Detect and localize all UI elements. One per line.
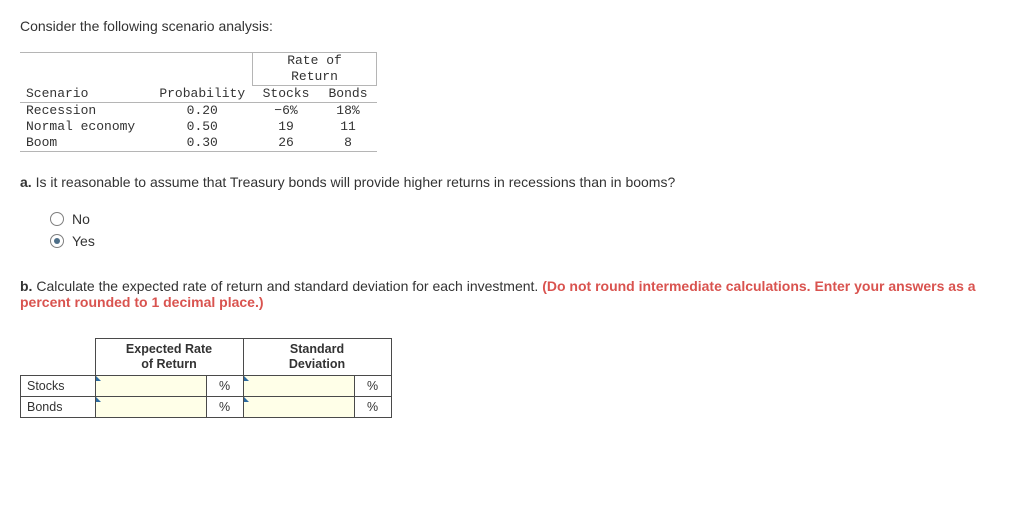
stocks-expected-input[interactable] [95, 376, 206, 397]
question-a-text: Is it reasonable to assume that Treasury… [36, 174, 676, 190]
hdr-line2: Deviation [289, 357, 345, 371]
radio-label: No [72, 211, 90, 227]
question-b: b. Calculate the expected rate of return… [20, 278, 1004, 310]
hdr-scenario: Scenario [20, 86, 152, 103]
hdr-probability: Probability [152, 86, 253, 103]
row-label: Stocks [21, 376, 96, 397]
hdr-line1: Standard [290, 342, 344, 356]
hdr-line2: of Return [141, 357, 197, 371]
cell-scenario: Recession [20, 103, 152, 120]
cell-bonds: 18% [320, 103, 377, 120]
radio-label: Yes [72, 233, 95, 249]
hdr-stocks: Stocks [253, 86, 320, 103]
cell-stocks: 19 [253, 119, 320, 135]
cell-prob: 0.20 [152, 103, 253, 120]
input-marker-icon [96, 397, 101, 402]
question-b-text: Calculate the expected rate of return an… [36, 278, 542, 294]
radio-icon [50, 212, 64, 226]
cell-scenario: Boom [20, 135, 152, 152]
rate-of-header: Rate of [253, 53, 377, 70]
hdr-standard-deviation: Standard Deviation [243, 339, 391, 376]
cell-prob: 0.50 [152, 119, 253, 135]
scenario-table: Rate of Return Scenario Probability Stoc… [20, 52, 377, 152]
radio-group-a: No Yes [50, 208, 1004, 252]
question-a-label: a. [20, 174, 32, 190]
cell-stocks: −6% [253, 103, 320, 120]
answer-table: Expected Rate of Return Standard Deviati… [20, 338, 392, 418]
row-label: Bonds [21, 397, 96, 418]
hdr-bonds: Bonds [320, 86, 377, 103]
cell-bonds: 11 [320, 119, 377, 135]
cell-scenario: Normal economy [20, 119, 152, 135]
cell-bonds: 8 [320, 135, 377, 152]
hdr-line1: Expected Rate [126, 342, 212, 356]
question-b-label: b. [20, 278, 32, 294]
corner-cell [21, 339, 96, 376]
table-row: Recession 0.20 −6% 18% [20, 103, 377, 120]
table-row: Stocks % % [21, 376, 392, 397]
stocks-stddev-input[interactable] [243, 376, 354, 397]
bonds-stddev-input[interactable] [243, 397, 354, 418]
table-row: Boom 0.30 26 8 [20, 135, 377, 152]
cell-stocks: 26 [253, 135, 320, 152]
table-row: Normal economy 0.50 19 11 [20, 119, 377, 135]
unit-percent: % [354, 376, 391, 397]
question-a: a. Is it reasonable to assume that Treas… [20, 174, 1004, 190]
input-marker-icon [96, 376, 101, 381]
unit-percent: % [354, 397, 391, 418]
radio-option-yes[interactable]: Yes [50, 230, 1004, 252]
bonds-expected-input[interactable] [95, 397, 206, 418]
cell-prob: 0.30 [152, 135, 253, 152]
intro-text: Consider the following scenario analysis… [20, 18, 1004, 34]
unit-percent: % [206, 376, 243, 397]
hdr-expected-return: Expected Rate of Return [95, 339, 243, 376]
radio-icon [50, 234, 64, 248]
input-marker-icon [244, 376, 249, 381]
return-header: Return [253, 69, 377, 86]
table-row: Bonds % % [21, 397, 392, 418]
input-marker-icon [244, 397, 249, 402]
radio-option-no[interactable]: No [50, 208, 1004, 230]
unit-percent: % [206, 397, 243, 418]
